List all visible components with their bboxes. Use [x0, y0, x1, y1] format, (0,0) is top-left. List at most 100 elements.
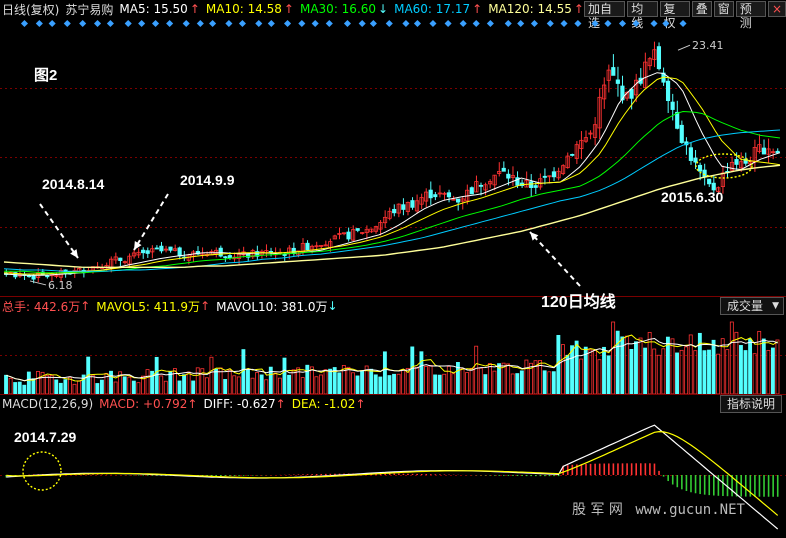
chart-mode-label[interactable]: 日线(复权)	[2, 1, 59, 18]
event-marker	[574, 19, 582, 28]
add-watchlist-button[interactable]: 加自选	[584, 1, 626, 30]
candle-body	[693, 157, 698, 163]
candle-body	[145, 250, 150, 254]
volume-bar	[291, 369, 296, 394]
toolbar: 加自选 均线 复权 叠 窗 预测 ×	[582, 1, 786, 30]
event-marker	[504, 19, 512, 28]
overlay-button[interactable]: 叠	[691, 1, 712, 17]
volume-bar	[382, 351, 387, 394]
volume-selector[interactable]: 成交量 ▼	[720, 297, 784, 315]
volume-bar	[8, 377, 13, 394]
candle-body	[456, 198, 461, 203]
event-marker	[182, 19, 190, 28]
volume-bar	[223, 379, 228, 394]
candle-body	[31, 275, 36, 280]
arrow-2014-8-14	[39, 203, 79, 259]
candle-body	[401, 204, 406, 210]
volume-bar	[309, 366, 314, 394]
volume-bar	[711, 339, 716, 394]
event-marker	[35, 19, 43, 28]
volume-bar	[634, 341, 638, 394]
volume-chart[interactable]	[0, 315, 786, 394]
candle-body	[501, 167, 506, 172]
event-marker	[298, 19, 306, 28]
close-icon[interactable]: ×	[767, 1, 786, 17]
volume-bar	[629, 349, 634, 394]
volume-bar	[775, 339, 780, 394]
ma-label-1: MA10: 14.58	[205, 2, 282, 16]
volume-bar	[752, 353, 757, 394]
event-marker	[152, 19, 160, 28]
volume-bar	[693, 350, 698, 394]
volume-header: 总手: 442.6万 ↑ MAVOL5: 411.9万 ↑ MAVOL10: 3…	[0, 297, 786, 315]
ma-label-0: MA5: 15.50	[119, 2, 188, 16]
candle-body	[761, 147, 767, 155]
volume-bar	[36, 371, 40, 394]
event-marker	[662, 19, 670, 28]
volume-bar	[77, 380, 81, 394]
watermark-url: www.gucun.NET	[635, 502, 745, 518]
dea-value: DEA: -1.02	[291, 397, 356, 411]
volume-bar	[602, 346, 606, 394]
volume-bar	[492, 370, 497, 394]
indicator-header: 日线(复权) 苏宁易购 MA5: 15.50 ↑ MA10: 14.58 ↑ MA30:…	[0, 0, 786, 30]
volume-bar	[355, 375, 360, 394]
event-marker	[209, 19, 217, 28]
volume-bar	[63, 379, 68, 394]
annotation-date-2: 2014.9.9	[180, 172, 235, 188]
volume-bar	[560, 344, 565, 394]
candle-body	[223, 256, 228, 259]
volume-bar	[437, 374, 442, 394]
volume-bar	[323, 369, 328, 394]
volume-bar	[469, 367, 474, 394]
price-chart[interactable]: 23.41 6.18	[0, 18, 786, 296]
volume-bar	[414, 366, 419, 394]
arrow-ma120	[529, 231, 581, 287]
event-marker	[79, 19, 87, 28]
volume-bar	[679, 349, 684, 394]
forecast-button[interactable]: 预测	[735, 1, 766, 30]
volume-bar	[424, 365, 428, 394]
event-marker	[63, 19, 71, 28]
window-button[interactable]: 窗	[713, 1, 734, 17]
volume-bar	[739, 345, 743, 394]
indicator-help-button[interactable]: 指标说明	[720, 395, 783, 413]
adjust-price-button[interactable]: 复权	[659, 1, 690, 30]
volume-bar	[688, 334, 693, 394]
volume-bar	[460, 368, 465, 394]
volume-bar	[670, 338, 675, 394]
event-marker	[413, 19, 421, 28]
ma-arrow-2: ↓	[378, 2, 389, 16]
volume-bar	[31, 378, 36, 394]
volume-bar	[579, 358, 584, 394]
candle-body	[305, 242, 310, 251]
stock-chart-screen: { "header": { "chart_mode": "日线(复权)", "s…	[0, 0, 786, 538]
candle-body	[478, 184, 483, 187]
volume-bar	[506, 363, 511, 394]
candle-body	[697, 164, 703, 172]
event-marker	[530, 19, 538, 28]
volume-bar	[182, 374, 186, 394]
event-marker	[560, 19, 568, 28]
candle-body	[734, 159, 739, 165]
volume-bar	[748, 338, 753, 394]
watermark-text: 股 军 网	[572, 502, 623, 518]
volume-bar	[145, 369, 150, 394]
candle-body	[542, 175, 547, 178]
volume-bar	[401, 369, 406, 394]
candle-body	[154, 247, 159, 250]
ma-settings-button[interactable]: 均线	[627, 1, 658, 30]
macd-chart[interactable]	[0, 413, 786, 538]
candle-body	[118, 257, 123, 261]
volume-bar	[770, 347, 775, 394]
volume-bar	[136, 382, 141, 394]
volume-bar	[195, 367, 200, 394]
annotation-date-1: 2014.8.14	[42, 176, 105, 192]
high-price-label: 23.41	[692, 39, 724, 52]
volume-bar	[337, 372, 342, 394]
volume-bar	[446, 365, 451, 394]
volume-bar	[4, 374, 8, 394]
mavol10-arrow: ↓	[327, 299, 338, 313]
event-marker	[325, 19, 333, 28]
candle-body	[688, 147, 693, 161]
